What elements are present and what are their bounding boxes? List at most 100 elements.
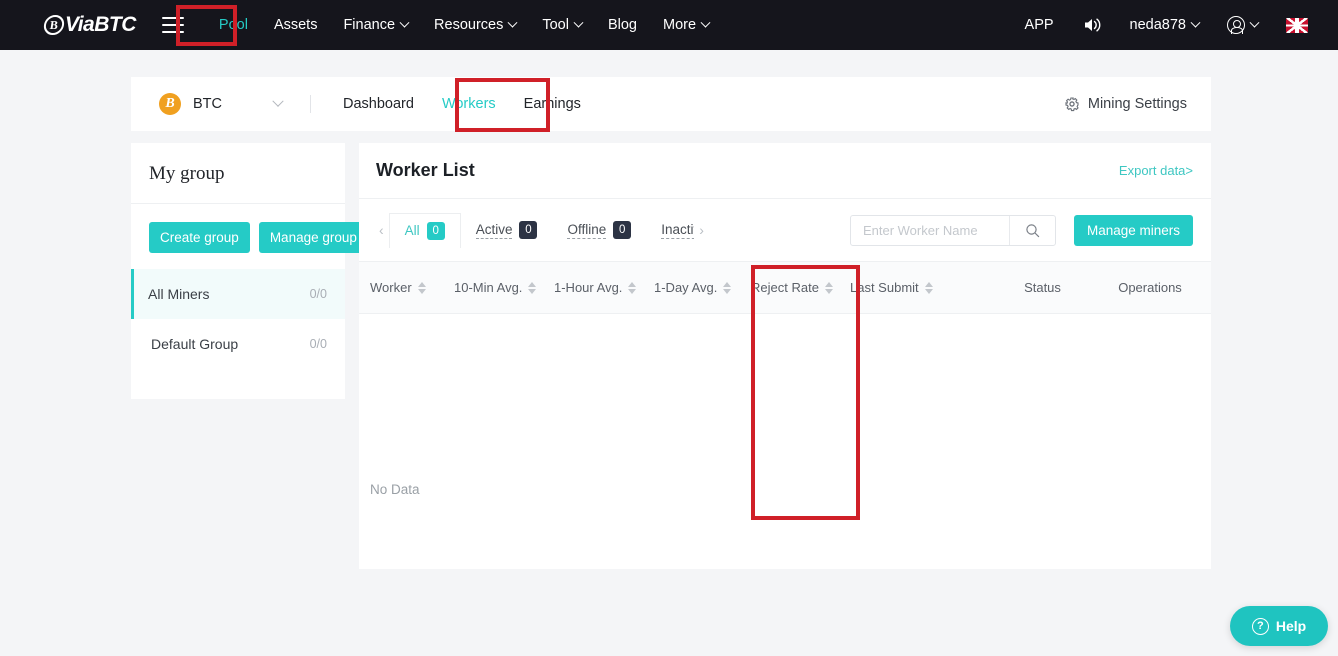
filter-tab-label: Inactiv	[661, 222, 695, 239]
chevron-left-icon[interactable]: ‹	[374, 222, 389, 238]
nav-item-label: Assets	[273, 17, 318, 33]
username-label: neda878	[1129, 17, 1186, 33]
group-actions: Create group Manage group	[131, 204, 368, 269]
tab-workers[interactable]: Workers	[428, 96, 510, 112]
group-item-label: Default Group	[151, 336, 239, 352]
nav-item-more[interactable]: More	[650, 0, 722, 50]
speaker-icon[interactable]	[1068, 16, 1116, 34]
question-circle-icon: ?	[1251, 617, 1269, 635]
tab-label: Workers	[441, 96, 496, 112]
nav-item-assets[interactable]: Assets	[261, 0, 331, 50]
group-item-count: 0/0	[309, 287, 327, 301]
worker-search-box	[849, 214, 1056, 246]
uk-flag-icon[interactable]	[1286, 17, 1308, 33]
sidebar-title: My group	[131, 143, 345, 204]
viabtc-logo[interactable]: B ViaBTC	[42, 13, 136, 37]
bitcoin-circle-icon: B	[42, 15, 66, 35]
filter-tab-count: 0	[426, 221, 445, 240]
hamburger-line	[161, 24, 184, 26]
primary-nav-items: Pool Assets Finance Resources Tool Blog …	[206, 0, 722, 50]
filter-tab-all[interactable]: All 0	[388, 212, 461, 248]
table-body: No Data	[359, 314, 1211, 566]
column-label: Reject Rate	[751, 280, 819, 295]
column-header-last-submit[interactable]: Last Submit	[850, 280, 990, 295]
app-link-label: APP	[1024, 17, 1054, 33]
column-header-operations: Operations	[1095, 280, 1205, 295]
filter-tab-count: 0	[519, 221, 538, 239]
sort-toggle-icon[interactable]	[924, 281, 933, 294]
group-sidebar: My group Create group Manage group All M…	[131, 143, 368, 399]
hamburger-menu-icon[interactable]	[161, 17, 184, 33]
nav-item-label: Blog	[607, 17, 637, 33]
search-area: Manage miners	[849, 214, 1193, 246]
group-item-count: 0/0	[309, 337, 327, 351]
worker-table: Worker 10-Min Avg. 1-Hour Avg. 1-Day Avg…	[359, 261, 1211, 566]
nav-item-label: Tool	[542, 17, 569, 33]
tabs-scroller: ‹ All 0 Active 0 Offline 0 Inactiv ›	[374, 212, 709, 248]
column-label: 1-Hour Avg.	[554, 280, 623, 295]
page-title: Worker List	[376, 160, 475, 180]
column-header-reject-rate[interactable]: Reject Rate	[751, 280, 850, 295]
filter-tab-offline[interactable]: Offline 0	[552, 213, 646, 248]
group-item-all-miners[interactable]: All Miners 0/0	[131, 269, 345, 319]
manage-group-button[interactable]: Manage group	[258, 222, 368, 253]
filter-tab-active[interactable]: Active 0	[461, 213, 553, 248]
nav-item-blog[interactable]: Blog	[595, 0, 650, 50]
sort-toggle-icon[interactable]	[417, 281, 426, 294]
group-item-label: All Miners	[148, 286, 210, 302]
column-label: 1-Day Avg.	[654, 280, 718, 295]
nav-item-resources[interactable]: Resources	[421, 0, 529, 50]
column-header-1hour-avg[interactable]: 1-Hour Avg.	[554, 280, 654, 295]
chevron-right-icon[interactable]: ›	[694, 222, 709, 238]
column-header-10min-avg[interactable]: 10-Min Avg.	[454, 280, 554, 295]
sort-toggle-icon[interactable]	[723, 281, 732, 294]
nav-item-finance[interactable]: Finance	[330, 0, 421, 50]
nav-right-group: APP neda878	[1011, 0, 1308, 50]
sort-toggle-icon[interactable]	[628, 281, 637, 294]
filter-tab-count: 0	[613, 221, 632, 239]
help-button[interactable]: ? Help	[1230, 606, 1328, 646]
status-filter-tabs: All 0 Active 0 Offline 0 Inactiv	[388, 212, 695, 248]
table-header-row: Worker 10-Min Avg. 1-Hour Avg. 1-Day Avg…	[359, 261, 1211, 314]
chevron-down-icon	[399, 17, 410, 28]
filter-tab-label: Offline	[567, 221, 607, 239]
group-item-default-group[interactable]: Default Group 0/0	[131, 319, 345, 369]
nav-item-label: Finance	[343, 17, 396, 33]
card-header: Worker List Export data>	[359, 143, 1211, 199]
search-input[interactable]	[850, 215, 1009, 245]
tab-label: Earnings	[523, 96, 581, 112]
column-header-status: Status	[990, 280, 1095, 295]
column-label: Last Submit	[850, 280, 919, 295]
coin-selector[interactable]: B BTC	[159, 93, 284, 115]
tab-earnings[interactable]: Earnings	[510, 96, 595, 112]
help-label: Help	[1275, 618, 1307, 634]
column-header-worker[interactable]: Worker	[359, 280, 454, 295]
nav-item-pool[interactable]: Pool	[206, 0, 261, 50]
column-header-1day-avg[interactable]: 1-Day Avg.	[654, 280, 751, 295]
filter-tab-inactive[interactable]: Inactiv	[646, 213, 695, 248]
worker-list-card: Worker List Export data> ‹ All 0 Active …	[359, 143, 1211, 569]
sort-toggle-icon[interactable]	[824, 281, 833, 294]
sort-toggle-icon[interactable]	[528, 281, 537, 294]
gear-icon	[1065, 97, 1079, 112]
chevron-down-icon	[507, 17, 518, 28]
nav-item-label: More	[663, 17, 697, 33]
nav-item-label: Resources	[434, 17, 504, 33]
coin-subnav-bar: B BTC Dashboard Workers Earnings Mining …	[131, 77, 1211, 131]
chevron-down-icon	[1190, 17, 1201, 28]
chevron-down-icon	[1249, 17, 1260, 28]
chevron-down-icon	[272, 95, 284, 107]
account-menu[interactable]	[1213, 0, 1272, 50]
create-group-button[interactable]: Create group	[149, 222, 250, 253]
logo-text: ViaBTC	[65, 13, 136, 36]
nav-item-label: Pool	[218, 17, 248, 33]
export-data-link[interactable]: Export data>	[1119, 163, 1193, 178]
mining-settings-button[interactable]: Mining Settings	[1064, 96, 1187, 112]
nav-item-tool[interactable]: Tool	[529, 0, 595, 50]
manage-miners-button[interactable]: Manage miners	[1073, 214, 1193, 246]
tab-label: Dashboard	[343, 96, 414, 112]
tab-dashboard[interactable]: Dashboard	[329, 96, 428, 112]
search-icon[interactable]	[1008, 215, 1055, 245]
username-menu[interactable]: neda878	[1116, 0, 1213, 50]
app-link[interactable]: APP	[1011, 0, 1068, 50]
